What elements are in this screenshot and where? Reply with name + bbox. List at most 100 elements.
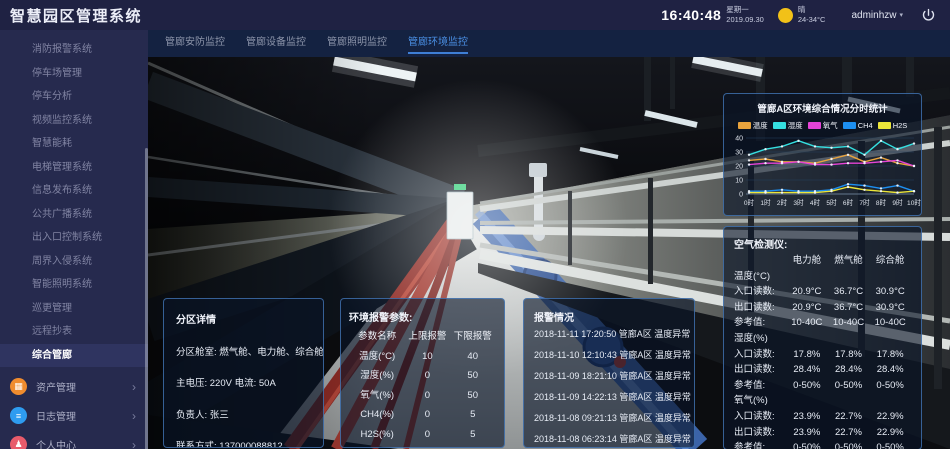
date-block: 星期一 2019.09.30 [726, 5, 764, 25]
sidebar-item[interactable]: 综合管廊 [0, 344, 148, 368]
env-cell: H2S(%) [349, 425, 405, 445]
asset-icon: ▦ [10, 378, 27, 395]
caret-down-icon: ▾ [899, 11, 903, 19]
air-col-header: 电力舱 [786, 253, 828, 269]
air-value: 0-50% [828, 378, 870, 394]
air-row-label: 入口读数: [734, 347, 786, 363]
air-row-label: 参考值: [734, 315, 786, 331]
sidebar-item[interactable]: 周界入侵系统 [0, 250, 148, 274]
air-value: 10-40C [786, 315, 828, 331]
sidebar-item[interactable]: 巡更管理 [0, 297, 148, 321]
smart-park-dashboard: 智慧园区管理系统 16:40:48 星期一 2019.09.30 晴 24-34… [0, 0, 950, 449]
weather-condition: 晴 [798, 5, 826, 15]
air-value: 23.9% [786, 425, 828, 441]
legend-item: 湿度 [773, 120, 803, 131]
svg-text:10: 10 [735, 178, 743, 185]
sidebar-scrollbar[interactable] [145, 148, 148, 449]
svg-text:20: 20 [735, 164, 743, 171]
zone-detail-row: 负责人: 张三 [176, 407, 311, 421]
sidebar-item[interactable]: 信息发布系统 [0, 179, 148, 203]
sidebar-item[interactable]: 智能照明系统 [0, 273, 148, 297]
sidebar-section-label: 日志管理 [36, 408, 132, 423]
header: 智慧园区管理系统 16:40:48 星期一 2019.09.30 晴 24-34… [0, 0, 950, 30]
env-cell: 温度(°C) [349, 347, 405, 367]
air-row-label: 参考值: [734, 378, 786, 394]
env-col-header: 上限报警 [405, 327, 449, 347]
log-icon: ≡ [10, 407, 27, 424]
date: 2019.09.30 [726, 15, 764, 25]
air-row-label: 参考值: [734, 440, 786, 449]
air-row-label: 出口读数: [734, 362, 786, 378]
air-value: 17.8% [869, 347, 911, 363]
air-value: 10-40C [869, 315, 911, 331]
env-cell: 50 [449, 366, 496, 386]
air-value: 0-50% [828, 440, 870, 449]
sidebar-item[interactable]: 电梯管理系统 [0, 156, 148, 180]
env-col-header: 下限报警 [449, 327, 496, 347]
sidebar-item[interactable]: 公共广播系统 [0, 203, 148, 227]
sidebar-item[interactable]: 智慧能耗 [0, 132, 148, 156]
header-right: 16:40:48 星期一 2019.09.30 晴 24-34°C adminh… [661, 5, 936, 25]
svg-text:0: 0 [739, 192, 743, 199]
weather-temp: 24-34°C [798, 15, 826, 25]
env-cell: 0 [405, 405, 449, 425]
zone-detail-row: 联系方式: 137000088812 [176, 438, 311, 448]
env-cell: 0 [405, 386, 449, 406]
air-value: 0-50% [869, 440, 911, 449]
air-value: 22.9% [869, 425, 911, 441]
sidebar-sections: ▦资产管理›≡日志管理›♟个人中心› [0, 372, 148, 449]
env-cell: CH4(%) [349, 405, 405, 425]
panel-title: 空气检测仪: [734, 236, 911, 251]
sidebar-item[interactable]: 视频监控系统 [0, 109, 148, 133]
sidebar-item[interactable]: 出入口控制系统 [0, 226, 148, 250]
air-monitor-table: 电力舱燃气舱综合舱温度(°C)入口读数:20.9°C36.7°C30.9°C出口… [734, 253, 911, 449]
air-value: 30.9°C [869, 300, 911, 316]
svg-text:9时: 9时 [892, 198, 903, 207]
sidebar-item[interactable]: 远程抄表 [0, 320, 148, 344]
tab[interactable]: 管廊设备监控 [246, 30, 306, 57]
power-button[interactable] [921, 8, 936, 23]
sidebar-section[interactable]: ▦资产管理› [0, 372, 148, 401]
tab[interactable]: 管廊安防监控 [165, 30, 225, 57]
sidebar-item[interactable]: 消防报警系统 [0, 38, 148, 62]
legend-swatch [843, 122, 856, 129]
alarm-item: 2018-11-09 18:21:10 管廊A区 温度异常 [534, 366, 684, 387]
alarm-item: 2018-11-11 17:20:50 管廊A区 温度异常 [534, 324, 684, 345]
svg-text:5时: 5时 [826, 198, 837, 207]
legend-label: 湿度 [788, 120, 803, 131]
air-value: 28.4% [869, 362, 911, 378]
panel-title: 环境报警参数: [349, 309, 496, 324]
sidebar-section[interactable]: ≡日志管理› [0, 401, 148, 430]
sidebar-section[interactable]: ♟个人中心› [0, 430, 148, 449]
svg-text:7时: 7时 [859, 198, 870, 207]
air-value: 10-40C [828, 315, 870, 331]
air-row-label: 出口读数: [734, 300, 786, 316]
air-monitor-panel: 空气检测仪: 电力舱燃气舱综合舱温度(°C)入口读数:20.9°C36.7°C3… [723, 226, 922, 449]
tab[interactable]: 管廊环境监控 [408, 30, 468, 57]
panel-title: 分区详情 [176, 311, 311, 326]
air-value: 22.7% [828, 425, 870, 441]
tab[interactable]: 管廊照明监控 [327, 30, 387, 57]
sidebar-item[interactable]: 停车分析 [0, 85, 148, 109]
legend-label: 氧气 [823, 120, 838, 131]
line-chart: 0102030400时1时2时3时4时5时6时7时8时9时10时 [724, 132, 921, 216]
svg-text:2时: 2时 [777, 198, 788, 207]
air-row-label: 入口读数: [734, 409, 786, 425]
panel-title: 报警情况 [534, 309, 684, 324]
air-section-header: 湿度(%) [734, 331, 911, 347]
env-cell: 0 [405, 366, 449, 386]
air-value: 0-50% [786, 440, 828, 449]
env-chart-panel: 管廊A区环境综合情况分时统计 温度湿度氧气CH4H2S 0102030400时1… [723, 93, 922, 216]
sidebar: 消防报警系统停车场管理停车分析视频监控系统智慧能耗电梯管理系统信息发布系统公共广… [0, 30, 148, 449]
env-cell: 40 [449, 347, 496, 367]
alarm-item: 2018-11-08 09:21:13 管廊A区 温度异常 [534, 408, 684, 429]
air-value: 22.7% [828, 409, 870, 425]
sidebar-section-label: 资产管理 [36, 379, 132, 394]
svg-text:30: 30 [735, 150, 743, 157]
air-col-header: 燃气舱 [828, 253, 870, 269]
weather-block: 晴 24-34°C [798, 5, 826, 25]
alarm-list: 2018-11-11 17:20:50 管廊A区 温度异常2018-11-10 … [534, 324, 684, 448]
svg-text:0时: 0时 [744, 198, 755, 207]
sidebar-item[interactable]: 停车场管理 [0, 62, 148, 86]
user-menu[interactable]: adminhzw ▾ [851, 10, 903, 21]
